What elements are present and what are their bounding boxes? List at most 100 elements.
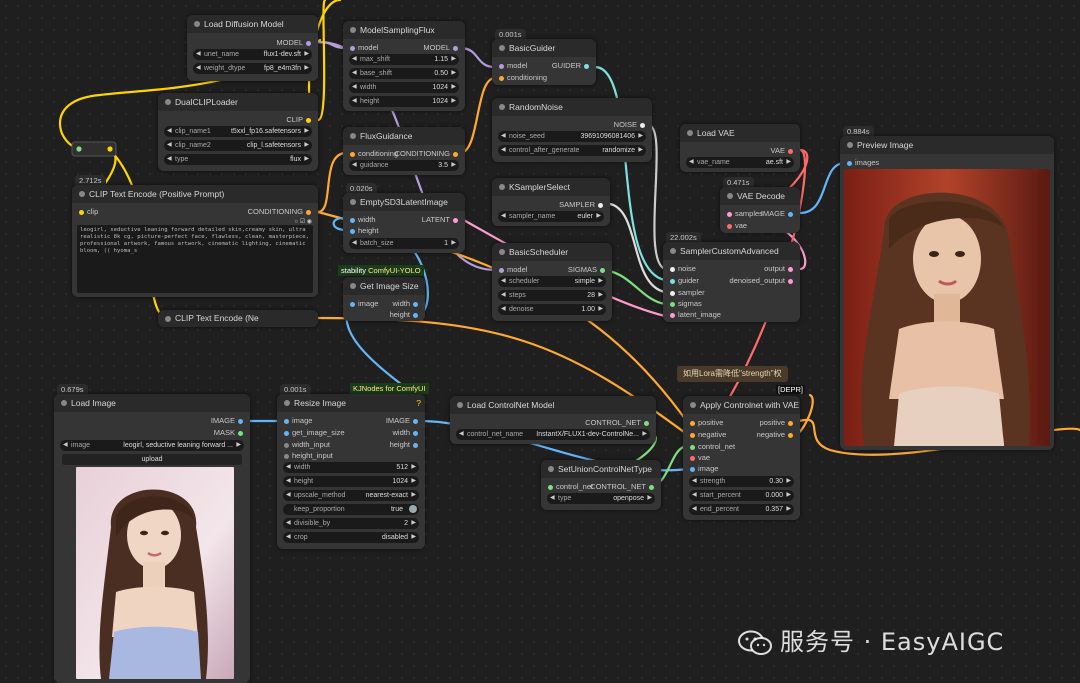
node-get-image-size[interactable]: Get Image Size image width height: [343, 277, 425, 321]
input-height[interactable]: height: [347, 225, 378, 237]
output-image[interactable]: IMAGE: [761, 208, 796, 220]
input-noise[interactable]: noise: [667, 263, 696, 275]
widget-width[interactable]: ◀ width 512 ▶: [283, 462, 419, 473]
node-basic-guider[interactable]: BasicGuider model GUIDER conditioning: [492, 39, 596, 85]
node-sampler-custom-advanced[interactable]: SamplerCustomAdvanced noise output guide…: [663, 242, 800, 322]
output-image[interactable]: IMAGE: [211, 415, 246, 427]
output-output[interactable]: output: [764, 263, 796, 275]
output-positive[interactable]: positive: [760, 417, 796, 429]
node-clip-text-encode-negative[interactable]: CLIP Text Encode (Ne: [158, 310, 318, 327]
node-dual-clip-loader[interactable]: DualCLIPLoader CLIP ◀ clip_name1 t5xxl_fp1…: [158, 93, 318, 171]
node-load-controlnet-model[interactable]: Load ControlNet Model CONTROL_NET ◀ contr…: [450, 396, 656, 444]
output-height[interactable]: height: [390, 309, 421, 321]
collapse-dot-icon[interactable]: [499, 104, 505, 110]
collapse-dot-icon[interactable]: [61, 400, 67, 406]
note-lora-hint[interactable]: 如用Lora需降低"strength"权: [677, 366, 788, 382]
input-model[interactable]: model: [496, 60, 527, 72]
widget-vae-name[interactable]: ◀ vae_name ae.sft ▶: [686, 157, 794, 168]
node-load-image[interactable]: Load Image IMAGE MASK ◀ image leogirl, sed…: [54, 394, 250, 683]
node-flux-guidance[interactable]: FluxGuidance conditioning CONDITIONING ◀…: [343, 127, 465, 175]
widget-control-net-name[interactable]: ◀ control_net_name InstantX/FLUX1-dev-Cont…: [456, 429, 650, 440]
widget-noise-seed[interactable]: ◀ noise_seed 39691096081406 ▶: [498, 131, 646, 142]
widget-start-percent[interactable]: ◀ start_percent 0.000 ▶: [689, 490, 794, 501]
output-sampler[interactable]: SAMPLER: [559, 199, 606, 211]
node-random-noise[interactable]: RandomNoise NOISE ◀ noise_seed 39691096081…: [492, 98, 652, 162]
node-clip-text-encode-positive[interactable]: CLIP Text Encode (Positive Prompt) clip …: [72, 185, 318, 297]
collapse-dot-icon[interactable]: [350, 199, 356, 205]
input-guider[interactable]: guider: [667, 275, 699, 287]
output-denoised-output[interactable]: denoised_output: [730, 275, 796, 287]
output-mask[interactable]: MASK: [214, 427, 246, 439]
output-vae[interactable]: VAE: [771, 145, 796, 157]
widget-divisible-by[interactable]: ◀ divisible_by 2 ▶: [283, 518, 419, 529]
collapse-dot-icon[interactable]: [499, 45, 505, 51]
collapse-dot-icon[interactable]: [690, 402, 696, 408]
widget-weight-dtype[interactable]: ◀ weight_dtype fp8_e4m3fn ▶: [193, 63, 312, 74]
widget-max-shift[interactable]: ◀ max_shift 1.15 ▶: [349, 54, 459, 65]
collapse-dot-icon[interactable]: [165, 99, 171, 105]
collapse-dot-icon[interactable]: [165, 316, 171, 322]
collapse-dot-icon[interactable]: [727, 193, 733, 199]
output-latent[interactable]: LATENT: [422, 214, 461, 226]
widget-batch-size[interactable]: ◀ batch_size 1 ▶: [349, 238, 459, 249]
collapse-dot-icon[interactable]: [499, 184, 505, 190]
input-image[interactable]: image: [687, 463, 718, 475]
prompt-textarea[interactable]: leogirl, seductive leaning forward detai…: [77, 225, 313, 293]
collapse-dot-icon[interactable]: [548, 466, 554, 472]
input-image[interactable]: image: [281, 415, 312, 427]
node-empty-sd3-latent-image[interactable]: EmptySD3LatentImage width LATENT height …: [343, 193, 465, 253]
node-load-vae[interactable]: Load VAE VAE ◀ vae_name ae.sft ▶: [680, 124, 800, 172]
output-sigmas[interactable]: SIGMAS: [568, 264, 608, 276]
node-basic-scheduler[interactable]: BasicScheduler model SIGMAS ◀ scheduler si…: [492, 243, 612, 321]
node-vae-decode[interactable]: VAE Decode samples IMAGE vae: [720, 187, 800, 233]
widget-scheduler[interactable]: ◀ scheduler simple ▶: [498, 276, 606, 287]
collapse-dot-icon[interactable]: [350, 283, 356, 289]
input-negative[interactable]: negative: [687, 429, 726, 441]
collapse-dot-icon[interactable]: [687, 130, 693, 136]
toggle-keep-proportion[interactable]: keep_proportion true: [283, 504, 419, 515]
help-icon[interactable]: ?: [416, 394, 421, 412]
node-resize-image[interactable]: Resize Image? image IMAGE get_image_size…: [277, 394, 425, 549]
widget-height[interactable]: ◀ height 1024 ▶: [349, 96, 459, 107]
widget-base-shift[interactable]: ◀ base_shift 0.50 ▶: [349, 68, 459, 79]
output-guider[interactable]: GUIDER: [552, 60, 592, 72]
output-negative[interactable]: negative: [757, 429, 796, 441]
collapse-dot-icon[interactable]: [194, 21, 200, 27]
collapse-dot-icon[interactable]: [284, 400, 290, 406]
widget-image-select[interactable]: ◀ image leogirl, seductive leaning forward…: [60, 440, 244, 451]
collapse-dot-icon[interactable]: [350, 133, 356, 139]
collapse-dot-icon[interactable]: [670, 248, 676, 254]
widget-unet-name[interactable]: ◀ unet_name flux1-dev.sft ▶: [193, 49, 312, 60]
widget-upscale-method[interactable]: ◀ upscale_method nearest-exact ▶: [283, 490, 419, 501]
output-conditioning[interactable]: CONDITIONING: [248, 206, 314, 218]
widget-strength[interactable]: ◀ strength 0.30 ▶: [689, 476, 794, 487]
node-model-sampling-flux[interactable]: ModelSamplingFlux model MODEL ◀ max_shift…: [343, 21, 465, 111]
output-model[interactable]: MODEL: [276, 37, 314, 49]
node-set-union-controlnet-type[interactable]: SetUnionControlNetType control_net CONTR…: [541, 460, 661, 510]
output-noise[interactable]: NOISE: [614, 119, 648, 131]
input-samples[interactable]: samples: [724, 208, 763, 220]
output-control-net[interactable]: CONTROL_NET: [585, 417, 652, 429]
output-conditioning[interactable]: CONDITIONING: [395, 148, 461, 160]
widget-height[interactable]: ◀ height 1024 ▶: [283, 476, 419, 487]
input-image[interactable]: image: [347, 298, 378, 310]
output-height[interactable]: height: [390, 439, 421, 451]
textarea-toolbar-icons[interactable]: ○ ☑ ◉: [294, 218, 312, 225]
widget-control-after-generate[interactable]: ◀ control_after_generate randomize ▶: [498, 145, 646, 156]
widget-clip-name2[interactable]: ◀ clip_name2 clip_l.safetensors ▶: [164, 140, 312, 151]
input-height-input[interactable]: height_input: [281, 450, 333, 462]
widget-sampler-name[interactable]: ◀ sampler_name euler ▶: [498, 211, 604, 222]
input-clip[interactable]: clip: [76, 206, 98, 218]
input-conditioning[interactable]: conditioning: [347, 148, 398, 160]
output-image[interactable]: IMAGE: [386, 415, 421, 427]
output-control-net[interactable]: CONTROL_NET: [590, 481, 657, 493]
input-positive[interactable]: positive: [687, 417, 723, 429]
collapse-dot-icon[interactable]: [499, 249, 505, 255]
output-width[interactable]: width: [392, 427, 421, 439]
node-apply-controlnet-with-vae[interactable]: Apply Controlnet with VAE positive posit…: [683, 396, 800, 520]
collapse-dot-icon[interactable]: [79, 191, 85, 197]
widget-end-percent[interactable]: ◀ end_percent 0.357 ▶: [689, 504, 794, 515]
widget-clip-name1[interactable]: ◀ clip_name1 t5xxl_fp16.safetensors ▶: [164, 126, 312, 137]
node-preview-image[interactable]: Preview Image images: [840, 136, 1054, 450]
widget-denoise[interactable]: ◀ denoise 1.00 ▶: [498, 304, 606, 315]
